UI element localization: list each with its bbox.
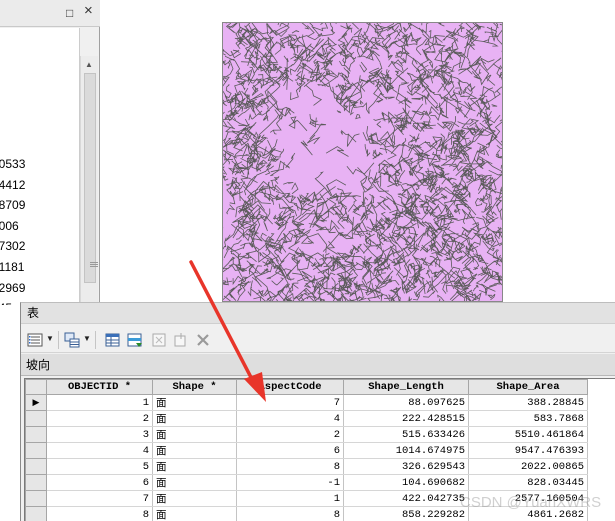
scroll-up-icon[interactable]: ▲ — [85, 60, 93, 69]
clear-selection-icon[interactable] — [151, 332, 167, 348]
restore-icon[interactable]: □ — [66, 6, 73, 20]
cell-shape: 面 — [152, 410, 237, 427]
table-row[interactable]: 5 面 8 326.629543 2022.00865 — [25, 458, 588, 475]
cell-shape-area: 583.7868 — [468, 410, 588, 427]
cell-aspectcode: 4 — [236, 410, 344, 427]
row-selector-header[interactable] — [25, 379, 47, 395]
related-tables-icon[interactable] — [64, 332, 80, 348]
attribute-table-window: 表 ▼ ▼ 坡向 OBJECTID * Shape * AspectCode S… — [20, 302, 615, 521]
cell-objectid: 5 — [46, 458, 153, 475]
cell-shape-length: 422.042735 — [343, 490, 469, 507]
cell-shape: 面 — [152, 426, 237, 443]
row-selector[interactable] — [25, 490, 47, 507]
polygon-boundaries — [223, 23, 502, 301]
cell-shape-area: 5510.461864 — [468, 426, 588, 443]
watermark: CSDN @YuanXWRS — [460, 494, 602, 511]
delete-selected-icon[interactable] — [195, 332, 211, 348]
cell-shape-length: 88.097625 — [343, 394, 469, 411]
cell-shape: 面 — [152, 490, 237, 507]
cell-shape: 面 — [152, 506, 237, 521]
row-selector[interactable] — [25, 410, 47, 427]
cell-objectid: 1 — [46, 394, 153, 411]
toolbar-separator — [95, 331, 96, 349]
cell-shape: 面 — [152, 458, 237, 475]
cell-shape-length: 515.633426 — [343, 426, 469, 443]
table-options-icon[interactable] — [27, 332, 43, 348]
cell-shape: 面 — [152, 394, 237, 411]
cell-shape-area: 2022.00865 — [468, 458, 588, 475]
table-row[interactable]: 6 面 -1 104.690682 828.03445 — [25, 474, 588, 491]
cell-shape-length: 858.229282 — [343, 506, 469, 521]
cell-aspectcode: 8 — [236, 506, 344, 521]
grip-line — [90, 262, 98, 263]
row-selector[interactable] — [25, 458, 47, 475]
table-row[interactable]: ▶ 1 面 7 88.097625 388.28845 — [25, 394, 588, 411]
table-toolbar: ▼ ▼ — [21, 325, 615, 353]
scroll-thumb[interactable] — [84, 73, 98, 283]
current-row-icon: ▶ — [32, 397, 40, 408]
map-view[interactable] — [222, 22, 503, 302]
cell-objectid: 8 — [46, 506, 153, 521]
grip-line — [90, 266, 98, 267]
cell-shape-length: 222.428515 — [343, 410, 469, 427]
grip-line — [90, 264, 98, 265]
cell-shape-length: 104.690682 — [343, 474, 469, 491]
list-item: 31181 — [0, 259, 25, 274]
column-header-aspectcode[interactable]: AspectCode — [236, 379, 344, 395]
cell-aspectcode: 1 — [236, 490, 344, 507]
list-item: 40533 — [0, 157, 26, 171]
list-item: 57302 — [0, 239, 26, 254]
column-header-shape-length[interactable]: Shape_Length — [343, 379, 469, 395]
panel-content: 4053304412587093006573023118142969445 — [0, 28, 80, 305]
column-header-objectid[interactable]: OBJECTID * — [46, 379, 153, 395]
header-row: OBJECTID * Shape * AspectCode Shape_Leng… — [25, 379, 588, 395]
cell-shape: 面 — [152, 442, 237, 459]
window-title: 表 — [21, 303, 615, 324]
panel-scrollbar[interactable]: ▲ — [80, 56, 98, 305]
table-row[interactable]: 2 面 4 222.428515 583.7868 — [25, 410, 588, 427]
chevron-down-icon[interactable]: ▼ — [83, 334, 91, 343]
table-row[interactable]: 4 面 6 1014.674975 9547.476393 — [25, 442, 588, 459]
cell-aspectcode: 8 — [236, 458, 344, 475]
select-by-attributes-icon[interactable] — [105, 332, 121, 348]
row-selector[interactable] — [25, 442, 47, 459]
cell-objectid: 4 — [46, 442, 153, 459]
cell-shape-area: 9547.476393 — [468, 442, 588, 459]
polygon-layer — [223, 23, 502, 301]
column-header-shape[interactable]: Shape * — [152, 379, 237, 395]
cell-objectid: 2 — [46, 410, 153, 427]
list-item: 58709 — [0, 198, 26, 213]
cell-objectid: 6 — [46, 474, 153, 491]
chevron-down-icon[interactable]: ▼ — [46, 334, 54, 343]
column-header-shape-area[interactable]: Shape_Area — [468, 379, 588, 395]
value-list: 4053304412587093006573023118142969445 — [0, 154, 79, 305]
list-item: 3006 — [0, 218, 19, 233]
switch-selection-icon[interactable] — [127, 332, 143, 348]
cell-aspectcode: 7 — [236, 394, 344, 411]
cell-shape-area: 388.28845 — [468, 394, 588, 411]
list-item: 04412 — [0, 177, 26, 192]
row-selector[interactable] — [25, 474, 47, 491]
list-item: 42969 — [0, 280, 26, 295]
row-selector[interactable] — [25, 426, 47, 443]
row-selector[interactable] — [25, 506, 47, 521]
cell-aspectcode: 2 — [236, 426, 344, 443]
cell-aspectcode: -1 — [236, 474, 344, 491]
cell-objectid: 7 — [46, 490, 153, 507]
zoom-to-selected-icon[interactable] — [173, 332, 189, 348]
cell-shape-area: 828.03445 — [468, 474, 588, 491]
table-name-tab[interactable]: 坡向 — [21, 354, 615, 376]
table-of-contents-panel: □ × 405330441258709300657302311814296944… — [0, 0, 100, 305]
cell-shape-length: 326.629543 — [343, 458, 469, 475]
row-selector[interactable]: ▶ — [25, 394, 47, 411]
cell-shape-length: 1014.674975 — [343, 442, 469, 459]
panel-titlebar: □ × — [0, 0, 100, 27]
table-row[interactable]: 3 面 2 515.633426 5510.461864 — [25, 426, 588, 443]
close-icon[interactable]: × — [84, 3, 93, 18]
cell-aspectcode: 6 — [236, 442, 344, 459]
cell-shape: 面 — [152, 474, 237, 491]
cell-objectid: 3 — [46, 426, 153, 443]
toolbar-separator — [58, 331, 59, 349]
